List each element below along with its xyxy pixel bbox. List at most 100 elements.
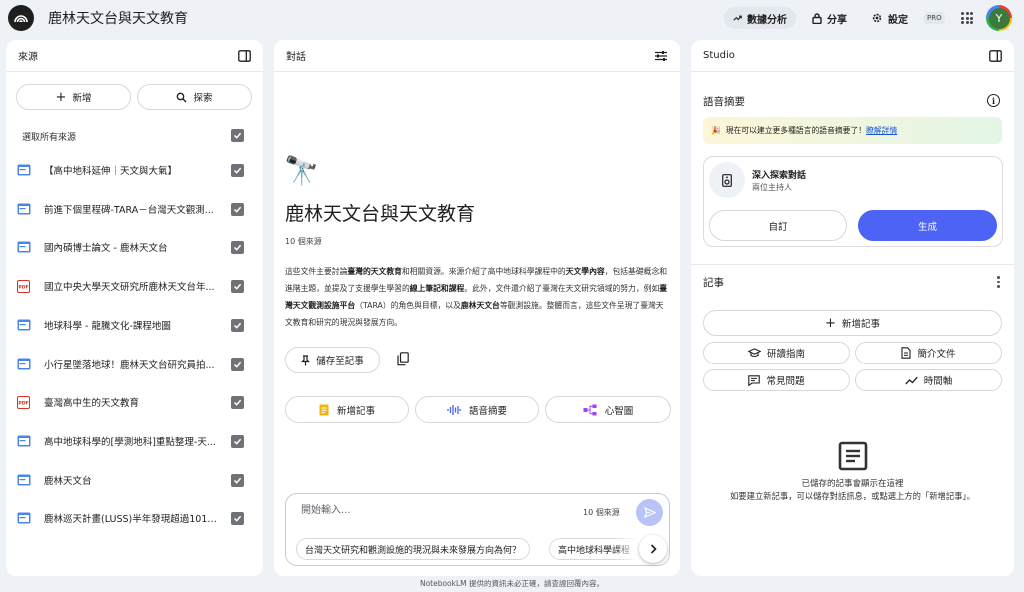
svg-text:PDF: PDF xyxy=(18,284,28,290)
source-checkbox[interactable] xyxy=(231,318,244,332)
source-checkbox[interactable] xyxy=(231,240,244,254)
info-icon[interactable]: i xyxy=(987,94,1000,107)
web-page-icon xyxy=(17,203,31,216)
send-icon xyxy=(643,507,656,518)
save-note-label: 儲存至記事 xyxy=(316,356,364,367)
add-note-label: 新增記事 xyxy=(841,319,880,330)
web-page-icon xyxy=(17,164,31,177)
add-source-label: 新增 xyxy=(72,93,92,104)
generate-button[interactable]: 生成 xyxy=(858,210,997,241)
source-label: 地球科學 - 龍騰文化-課程地圖 xyxy=(44,321,171,332)
audio-overview-chip-label: 語音摘要 xyxy=(468,405,507,417)
collapse-panel-icon[interactable] xyxy=(238,49,251,62)
timeline-label: 時間軸 xyxy=(923,376,953,387)
mind-map-chip[interactable]: 心智圖 xyxy=(545,396,671,423)
chat-header: 對話 xyxy=(274,40,680,72)
notebook-heading: 鹿林天文台與天文教育 xyxy=(285,203,476,225)
audio-overview-chip[interactable]: 語音摘要 xyxy=(415,396,539,423)
new-languages-banner: 🎉 現在可以建立更多種語言的語音摘要了！ 瞭解詳情 xyxy=(703,117,1002,144)
summary-text: 和相關資源。來源介紹了高中地球科學課程中的 xyxy=(401,267,566,276)
chat-input[interactable]: 開始輸入... xyxy=(301,501,351,516)
source-label: 高中地球科學的[學測地科]重點整理-天... xyxy=(44,437,216,448)
chat-bubble-icon xyxy=(748,374,761,386)
empty-notes-title: 已儲存的記事會顯示在這裡 xyxy=(801,479,904,489)
source-item[interactable]: 【高中地科延伸｜天文與大氣】 xyxy=(0,155,267,185)
faq-button[interactable]: 常見問題 xyxy=(703,369,850,391)
source-item[interactable]: 地球科學 - 龍騰文化-課程地圖 xyxy=(0,310,267,340)
timeline-icon xyxy=(905,376,918,384)
source-item[interactable]: PDF 國立中央大學天文研究所鹿林天文台年... xyxy=(0,271,267,301)
add-note-chip-label: 新增記事 xyxy=(336,405,375,417)
notebook-emoji: 🔭 xyxy=(284,154,319,187)
add-source-button[interactable]: + 新增 xyxy=(16,84,131,110)
deep-dive-subtitle: 兩位主持人 xyxy=(752,183,792,192)
summary-text: 這些文件主要討論 xyxy=(285,267,348,276)
plus-icon: + xyxy=(825,315,836,331)
add-note-button[interactable]: + 新增記事 xyxy=(703,310,1002,336)
source-item[interactable]: 前進下個里程碑-TARA－台灣天文觀測... xyxy=(0,194,267,224)
pdf-icon: PDF xyxy=(17,395,31,409)
audio-overview-heading: 語音摘要 xyxy=(703,96,745,108)
search-sparkle-icon xyxy=(177,92,187,102)
web-page-icon xyxy=(17,435,31,448)
gear-icon xyxy=(872,13,882,23)
source-item[interactable]: 鹿林天文台 xyxy=(0,465,267,495)
collapse-panel-icon[interactable] xyxy=(989,49,1002,62)
more-vert-icon[interactable] xyxy=(997,276,1000,288)
analytics-button[interactable]: 數據分析 xyxy=(724,7,796,29)
source-checkbox[interactable] xyxy=(231,511,244,525)
source-label: 國立中央大學天文研究所鹿林天文台年... xyxy=(44,282,215,293)
source-label: 鹿林天文台 xyxy=(44,476,92,487)
web-page-icon xyxy=(17,319,31,332)
source-count: 10 個來源 xyxy=(285,237,322,246)
settings-label: 設定 xyxy=(888,14,908,26)
discover-button[interactable]: 探索 xyxy=(137,84,252,110)
notes-heading: 記事 xyxy=(703,277,724,289)
source-label: 臺灣高中生的天文教育 xyxy=(44,398,140,409)
timeline-button[interactable]: 時間軸 xyxy=(855,369,1002,391)
source-item[interactable]: 高中地球科學的[學測地科]重點整理-天... xyxy=(0,426,267,456)
notebook-title[interactable]: 鹿林天文台與天文教育 xyxy=(48,8,188,28)
source-checkbox[interactable] xyxy=(231,434,244,448)
source-label: 國內碩博士論文 - 鹿林天文台 xyxy=(44,243,168,254)
studio-header: Studio xyxy=(691,40,1014,72)
source-checkbox[interactable] xyxy=(231,395,244,409)
analytics-label: 數據分析 xyxy=(747,14,787,26)
customize-button[interactable]: 自訂 xyxy=(709,210,847,241)
suggestion-chip[interactable]: 高中地球科學課程 xyxy=(549,538,639,560)
suggestion-chip[interactable]: 台灣天文研究和觀測設施的現況與未來發展方向為何？ xyxy=(296,538,531,560)
source-item[interactable]: 小行星墜落地球！鹿林天文台研究員拍... xyxy=(0,349,267,379)
scroll-suggestions-button[interactable] xyxy=(639,535,667,563)
save-to-note-button[interactable]: 儲存至記事 xyxy=(285,347,380,373)
copy-icon[interactable] xyxy=(397,352,409,366)
faq-label: 常見問題 xyxy=(766,376,805,387)
source-item[interactable]: PDF 臺灣高中生的天文教育 xyxy=(0,387,267,417)
apps-grid-icon[interactable] xyxy=(961,12,973,24)
input-source-count: 10 個來源 xyxy=(583,508,620,517)
source-checkbox[interactable] xyxy=(231,473,244,487)
select-all-checkbox[interactable] xyxy=(231,129,244,142)
source-label: 前進下個里程碑-TARA－台灣天文觀測... xyxy=(44,205,214,216)
source-checkbox[interactable] xyxy=(231,279,244,293)
select-all-label: 選取所有來源 xyxy=(22,133,77,143)
tune-settings-icon[interactable] xyxy=(654,50,668,62)
source-item[interactable]: 鹿林巡天計畫(LUSS)半年發現超過101顆... xyxy=(0,503,267,533)
learn-more-link[interactable]: 瞭解詳情 xyxy=(866,125,897,136)
avatar[interactable]: Y xyxy=(986,5,1012,31)
banner-text: 現在可以建立更多種語言的語音摘要了！ xyxy=(725,126,867,135)
briefing-doc-button[interactable]: 簡介文件 xyxy=(855,342,1002,364)
generate-label: 生成 xyxy=(917,221,937,233)
web-page-icon xyxy=(17,474,31,487)
source-item[interactable]: 國內碩博士論文 - 鹿林天文台 xyxy=(0,232,267,262)
source-checkbox[interactable] xyxy=(231,163,244,177)
sources-header: 來源 xyxy=(6,40,263,72)
study-guide-button[interactable]: 研讀指南 xyxy=(703,342,850,364)
source-label: 【高中地科延伸｜天文與大氣】 xyxy=(44,166,178,177)
send-button[interactable] xyxy=(636,499,663,526)
source-checkbox[interactable] xyxy=(231,202,244,216)
source-checkbox[interactable] xyxy=(231,357,244,371)
share-button[interactable]: 分享 xyxy=(803,7,856,29)
add-note-chip[interactable]: 新增記事 xyxy=(285,396,409,423)
notebooklm-logo-icon[interactable] xyxy=(8,5,34,31)
settings-button[interactable]: 設定 xyxy=(862,7,917,29)
